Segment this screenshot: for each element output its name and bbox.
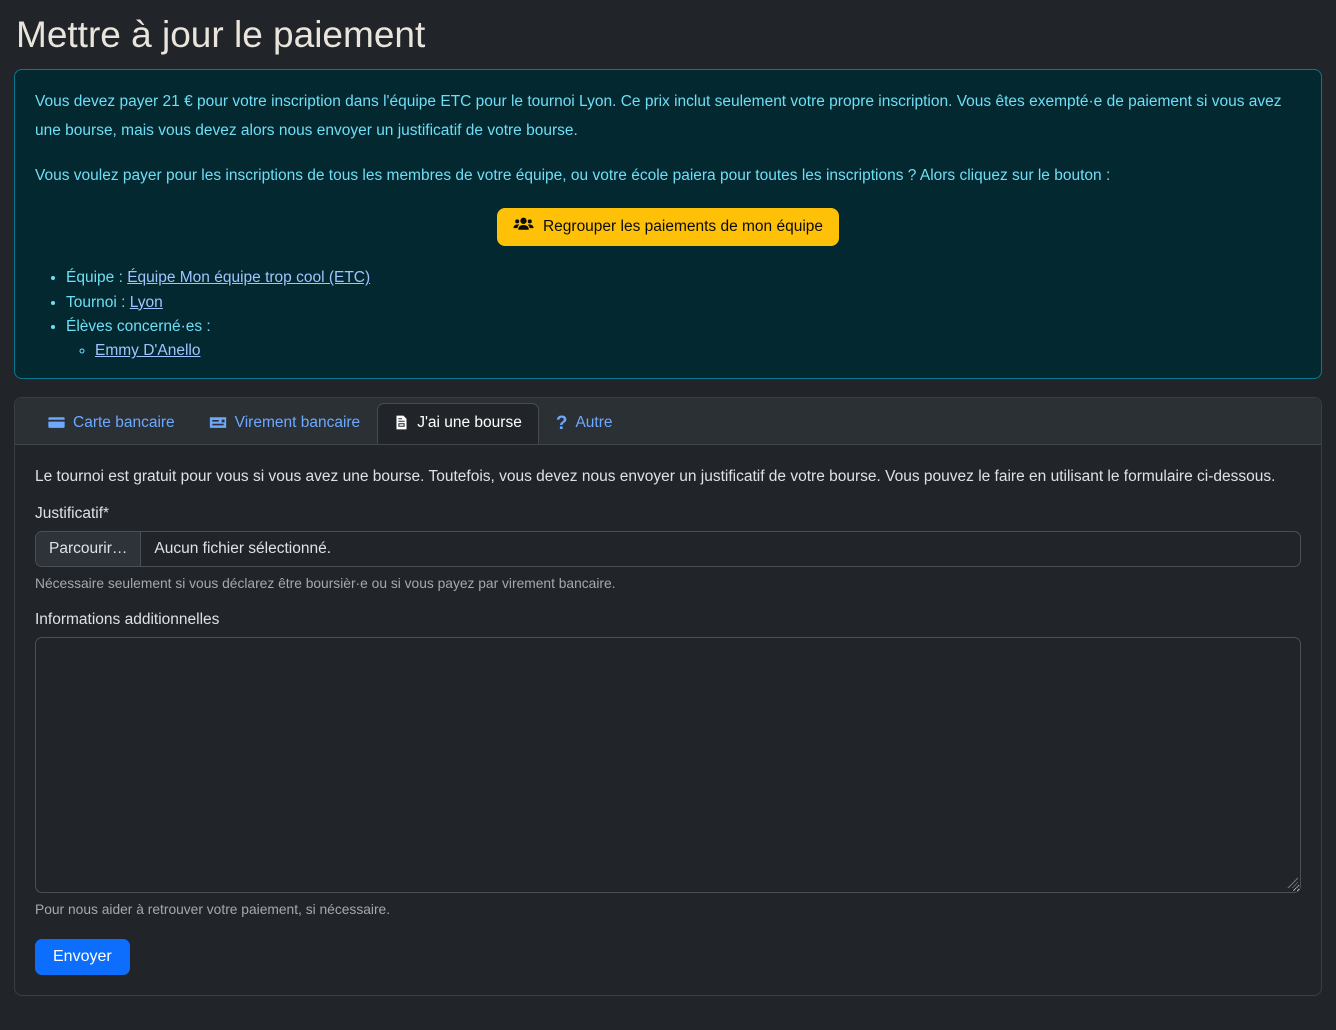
tournament-link[interactable]: Lyon (130, 294, 163, 311)
tab-virement-bancaire[interactable]: Virement bancaire (192, 403, 378, 444)
tab-jai-une-bourse[interactable]: J'ai une bourse (377, 403, 539, 444)
additional-info-label: Informations additionnelles (35, 611, 1301, 629)
payment-details-list: Équipe : Équipe Mon équipe trop cool (ET… (35, 266, 1301, 363)
group-payments-button[interactable]: Regrouper les paiements de mon équipe (497, 208, 839, 246)
question-icon: ? (556, 414, 568, 433)
alert-paragraph-group: Vous voulez payer pour les inscriptions … (35, 161, 1301, 190)
page-container: Mettre à jour le paiement Vous devez pay… (0, 0, 1336, 1020)
bourse-intro-text: Le tournoi est gratuit pour vous si vous… (35, 465, 1301, 489)
list-item-tournament: Tournoi : Lyon (66, 291, 1301, 315)
team-link[interactable]: Équipe Mon équipe trop cool (ETC) (127, 269, 370, 286)
bourse-tab-panel: Le tournoi est gratuit pour vous si vous… (15, 445, 1321, 996)
file-status-text: Aucun fichier sélectionné. (141, 532, 344, 566)
justificatif-file-input[interactable]: Parcourir… Aucun fichier sélectionné. (35, 531, 1301, 567)
payment-method-tabs: Carte bancaire Virement bancaire (31, 403, 1311, 445)
submit-button[interactable]: Envoyer (35, 939, 130, 975)
tournament-label: Tournoi : (66, 294, 130, 311)
students-sublist: Emmy D'Anello (66, 339, 1301, 363)
list-item-students: Élèves concerné·es : Emmy D'Anello (66, 315, 1301, 364)
additional-info-textarea[interactable] (35, 637, 1301, 893)
tab-label: J'ai une bourse (417, 414, 522, 432)
payment-info-alert: Vous devez payer 21 € pour votre inscrip… (14, 69, 1322, 379)
justificatif-label: Justificatif* (35, 505, 1301, 523)
tab-label: Carte bancaire (73, 414, 175, 432)
bank-transfer-icon (209, 414, 227, 431)
credit-card-icon (48, 414, 65, 431)
payment-method-card: Carte bancaire Virement bancaire (14, 397, 1322, 997)
team-label: Équipe : (66, 269, 127, 286)
students-label: Élèves concerné·es : (66, 318, 211, 335)
list-item-student: Emmy D'Anello (95, 339, 1301, 363)
justificatif-help-text: Nécessaire seulement si vous déclarez êt… (35, 574, 1301, 593)
browse-button[interactable]: Parcourir… (36, 532, 141, 566)
additional-info-wrap (35, 637, 1301, 893)
student-link[interactable]: Emmy D'Anello (95, 342, 200, 359)
group-payments-button-row: Regrouper les paiements de mon équipe (35, 208, 1301, 246)
payment-method-tabbar: Carte bancaire Virement bancaire (15, 398, 1321, 445)
tab-label: Autre (575, 414, 612, 432)
users-icon (513, 216, 534, 238)
list-item-team: Équipe : Équipe Mon équipe trop cool (ET… (66, 266, 1301, 290)
additional-info-help-text: Pour nous aider à retrouver votre paieme… (35, 900, 1301, 919)
tab-label: Virement bancaire (235, 414, 361, 432)
page-title: Mettre à jour le paiement (16, 14, 1320, 56)
alert-paragraph-price: Vous devez payer 21 € pour votre inscrip… (35, 87, 1301, 145)
group-payments-button-label: Regrouper les paiements de mon équipe (543, 218, 823, 236)
tab-autre[interactable]: ? Autre (539, 403, 630, 445)
scholarship-document-icon (394, 414, 409, 431)
tab-carte-bancaire[interactable]: Carte bancaire (31, 403, 192, 444)
